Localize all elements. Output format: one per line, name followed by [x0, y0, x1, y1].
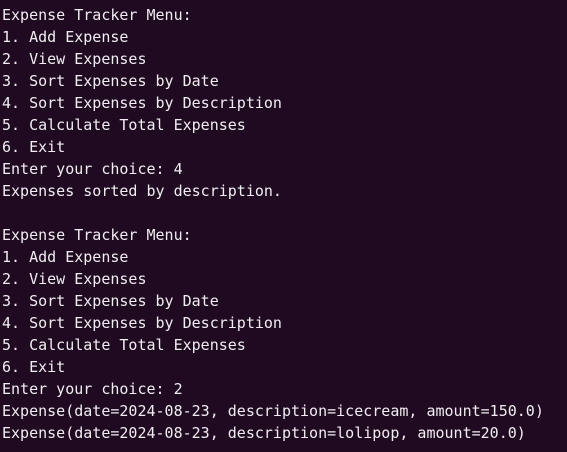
- menu-title: Expense Tracker Menu:: [2, 6, 192, 24]
- menu-option-calculate-total: 5. Calculate Total Expenses: [2, 336, 246, 354]
- terminal-output[interactable]: Expense Tracker Menu: 1. Add Expense 2. …: [0, 0, 567, 452]
- expense-record: Expense(date=2024-08-23, description=lol…: [2, 424, 526, 442]
- menu-option-sort-by-description: 4. Sort Expenses by Description: [2, 94, 282, 112]
- menu-title: Expense Tracker Menu:: [2, 226, 192, 244]
- menu-option-exit: 6. Exit: [2, 358, 66, 376]
- menu-option-add-expense: 1. Add Expense: [2, 248, 129, 266]
- menu-option-view-expenses: 2. View Expenses: [2, 50, 147, 68]
- choice-prompt: Enter your choice: 2: [2, 380, 183, 398]
- expense-record: Expense(date=2024-08-23, description=ice…: [2, 402, 544, 420]
- menu-option-view-expenses: 2. View Expenses: [2, 270, 147, 288]
- choice-prompt: Enter your choice: 4: [2, 160, 183, 178]
- status-message: Expenses sorted by description.: [2, 182, 282, 200]
- menu-option-exit: 6. Exit: [2, 138, 66, 156]
- menu-option-calculate-total: 5. Calculate Total Expenses: [2, 116, 246, 134]
- menu-option-sort-by-description: 4. Sort Expenses by Description: [2, 314, 282, 332]
- menu-option-add-expense: 1. Add Expense: [2, 28, 129, 46]
- menu-option-sort-by-date: 3. Sort Expenses by Date: [2, 72, 219, 90]
- menu-option-sort-by-date: 3. Sort Expenses by Date: [2, 292, 219, 310]
